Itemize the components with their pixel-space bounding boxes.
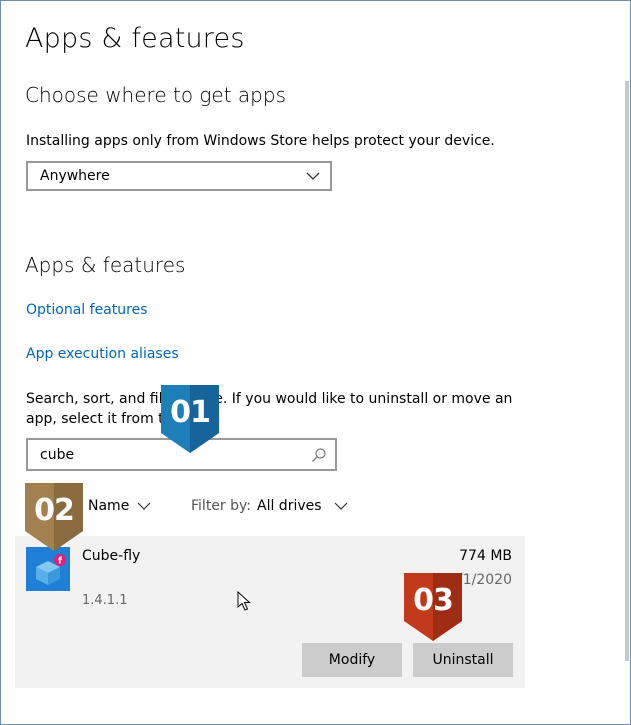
app-source-dropdown-value: Anywhere (40, 168, 110, 184)
description-line1-part2: ve. If you would like to uninstall or mo… (206, 391, 513, 407)
app-search-value: cube (40, 446, 75, 463)
scrollbar[interactable] (625, 81, 629, 661)
chevron-down-icon (334, 502, 347, 510)
apps-section-title: Apps & features (25, 253, 186, 277)
step-badge-03: 03 (404, 573, 462, 641)
app-install-date: /1/2020 (458, 572, 512, 588)
step-badge-02-number: 02 (34, 493, 75, 528)
sort-by-dropdown[interactable]: Name (88, 498, 151, 514)
app-size: 774 MB (459, 548, 512, 564)
search-icon[interactable] (311, 447, 327, 463)
step-badge-01: 01 (161, 385, 219, 453)
sort-by-value: Name (88, 498, 130, 514)
page-title: Apps & features (25, 23, 245, 54)
choose-section-title: Choose where to get apps (25, 83, 286, 107)
apps-section-description: Search, sort, and filt ve. If you would l… (26, 389, 546, 429)
modify-button[interactable]: Modify (302, 643, 402, 677)
description-line1-part1: Search, sort, and filt (26, 391, 168, 407)
app-icon: f (26, 547, 70, 591)
description-line2-part1: app, select it from th (26, 411, 173, 427)
app-source-dropdown[interactable]: Anywhere (26, 161, 332, 191)
optional-features-link[interactable]: Optional features (26, 302, 147, 318)
filter-by-label: Filter by: (191, 498, 251, 514)
uninstall-button[interactable]: Uninstall (413, 643, 513, 677)
step-badge-02: 02 (25, 483, 83, 551)
step-badge-03-number: 03 (413, 583, 454, 618)
chevron-down-icon (306, 172, 320, 180)
app-execution-aliases-link[interactable]: App execution aliases (26, 346, 179, 362)
step-badge-01-number: 01 (170, 395, 211, 430)
chevron-down-icon (137, 502, 151, 510)
app-version: 1.4.1.1 (82, 593, 128, 608)
svg-text:f: f (58, 557, 62, 567)
filter-by-value: All drives (257, 498, 322, 514)
filter-by-dropdown[interactable]: Filter by: All drives (191, 498, 348, 514)
mouse-cursor-icon (237, 591, 251, 611)
choose-section-description: Installing apps only from Windows Store … (26, 133, 495, 149)
app-name: Cube-fly (82, 548, 141, 564)
